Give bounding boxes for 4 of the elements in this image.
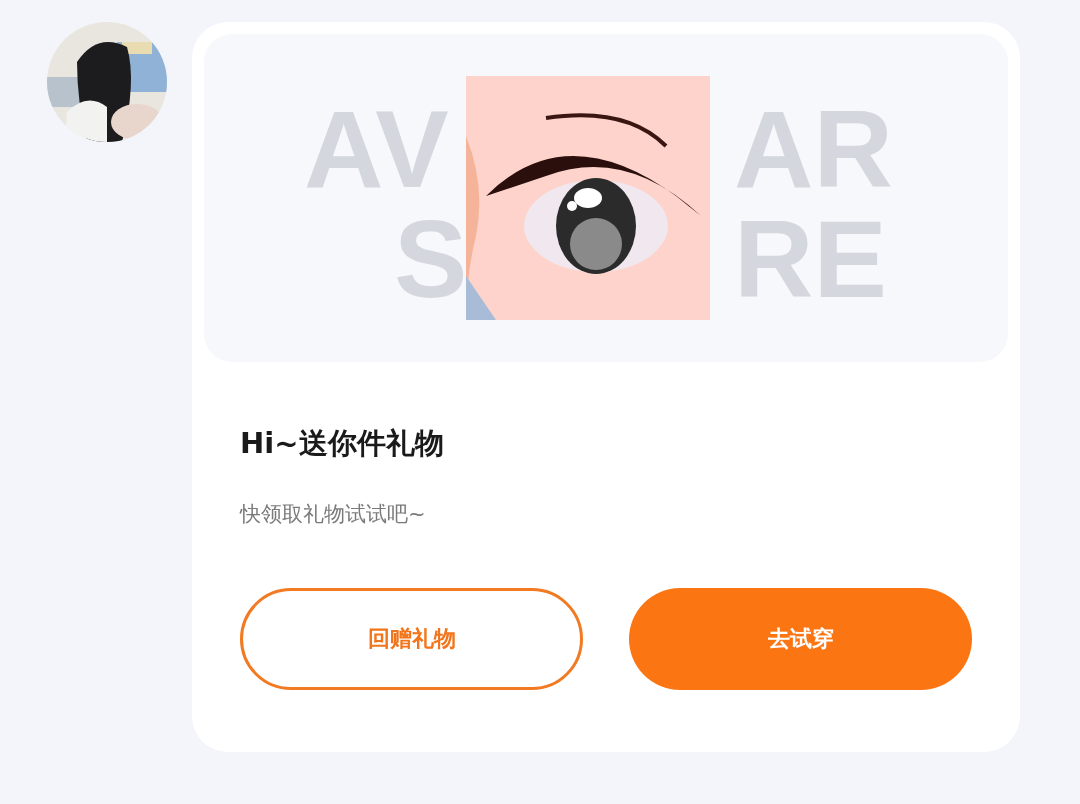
message-text: 快领取礼物试试吧~ — [240, 501, 427, 528]
action-button[interactable]: 去试穿 — [629, 588, 972, 690]
action-button[interactable]: 回赠礼物 — [240, 588, 583, 690]
message-title: Hi~送你件礼物 — [240, 425, 445, 462]
